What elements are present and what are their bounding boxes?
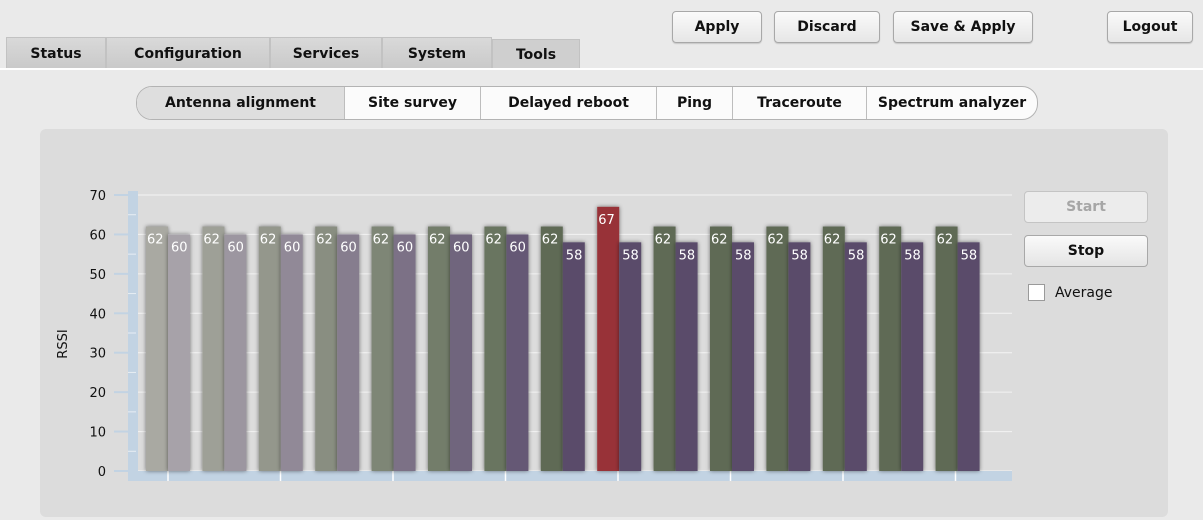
bar-series1 [202, 226, 225, 471]
bar-series1-label: 62 [373, 233, 390, 248]
bar-series2-label: 60 [509, 240, 526, 255]
bar-series2-label: 60 [284, 240, 301, 255]
stop-button[interactable]: Stop [1024, 235, 1148, 267]
y-tick-label: 60 [89, 228, 106, 243]
bar-series2-label: 58 [904, 248, 921, 263]
bar-series1-label: 62 [937, 233, 954, 248]
bar-series1 [258, 226, 281, 471]
bar-series1 [371, 226, 394, 471]
bar-series1 [315, 226, 338, 471]
bar-series2-label: 58 [735, 248, 752, 263]
bar-series2 [562, 242, 585, 471]
bar-series2-label: 60 [340, 240, 357, 255]
bar-series1-label: 62 [260, 233, 277, 248]
y-tick-label: 70 [89, 189, 106, 204]
bar-series2 [619, 242, 642, 471]
bar-series2 [732, 242, 754, 471]
bar-series1-label: 62 [485, 233, 502, 248]
y-axis-label: RSSI [56, 329, 71, 358]
y-axis [128, 191, 138, 481]
bar-series1 [710, 226, 732, 471]
bar-series1-label: 62 [824, 233, 841, 248]
bar-series1-label: 62 [147, 233, 164, 248]
bar-series2 [337, 234, 360, 471]
bar-series1 [653, 226, 676, 471]
start-button[interactable]: Start [1024, 191, 1148, 223]
bar-series1 [146, 226, 168, 471]
bar-series1-label: 62 [203, 233, 220, 248]
bar-series2-label: 60 [397, 240, 414, 255]
y-tick-label: 30 [89, 347, 106, 362]
bar-series2 [450, 234, 472, 471]
bar-series2 [844, 242, 867, 471]
bar-series2-label: 58 [679, 248, 696, 263]
bar-series1 [540, 226, 563, 471]
bar-series2-label: 58 [566, 248, 583, 263]
average-label: Average [1055, 284, 1113, 301]
bar-series1 [879, 226, 902, 471]
y-tick-label: 0 [98, 465, 106, 480]
bar-series2 [224, 234, 247, 471]
bar-series1-label: 67 [598, 213, 615, 228]
bar-series2-label: 60 [171, 240, 188, 255]
bar-series2-label: 58 [791, 248, 808, 263]
bar-series1-label: 62 [542, 233, 559, 248]
y-tick-label: 40 [89, 307, 106, 322]
bar-series1 [766, 226, 789, 471]
bar-series1-label: 62 [767, 233, 784, 248]
bar-series2 [393, 234, 416, 471]
bar-series1 [597, 206, 620, 472]
bar-series2 [675, 242, 698, 471]
y-tick-label: 50 [89, 268, 106, 283]
bar-series1-label: 62 [655, 233, 672, 248]
bar-series1-label: 62 [711, 233, 728, 248]
bar-series2-label: 58 [961, 248, 978, 263]
bar-series2 [168, 234, 190, 471]
bar-series1-label: 62 [429, 233, 446, 248]
bar-series2-label: 60 [227, 240, 244, 255]
bar-series2 [957, 242, 980, 471]
bar-series2-label: 60 [453, 240, 470, 255]
bar-series2 [788, 242, 811, 471]
bar-series1 [484, 226, 507, 471]
bar-series2 [901, 242, 924, 471]
x-axis [128, 471, 1012, 481]
bar-series2 [506, 234, 529, 471]
rssi-chart: 0 10 20 30 40 50 60 70 62 60 62 60 62 60 62 60 62 60 62 60… [56, 189, 1012, 481]
bar-series1 [428, 226, 450, 471]
bar-series2 [280, 234, 303, 471]
bar-series1 [822, 226, 845, 471]
bar-series1 [935, 226, 958, 471]
average-option[interactable]: Average [1028, 284, 1113, 301]
y-tick-label: 20 [89, 386, 106, 401]
average-checkbox[interactable] [1028, 284, 1045, 301]
bar-series1-label: 62 [880, 233, 897, 248]
bar-series2-label: 58 [848, 248, 865, 263]
y-tick-label: 10 [89, 426, 106, 441]
bar-series1-label: 62 [316, 233, 333, 248]
bar-series2-label: 58 [622, 248, 639, 263]
